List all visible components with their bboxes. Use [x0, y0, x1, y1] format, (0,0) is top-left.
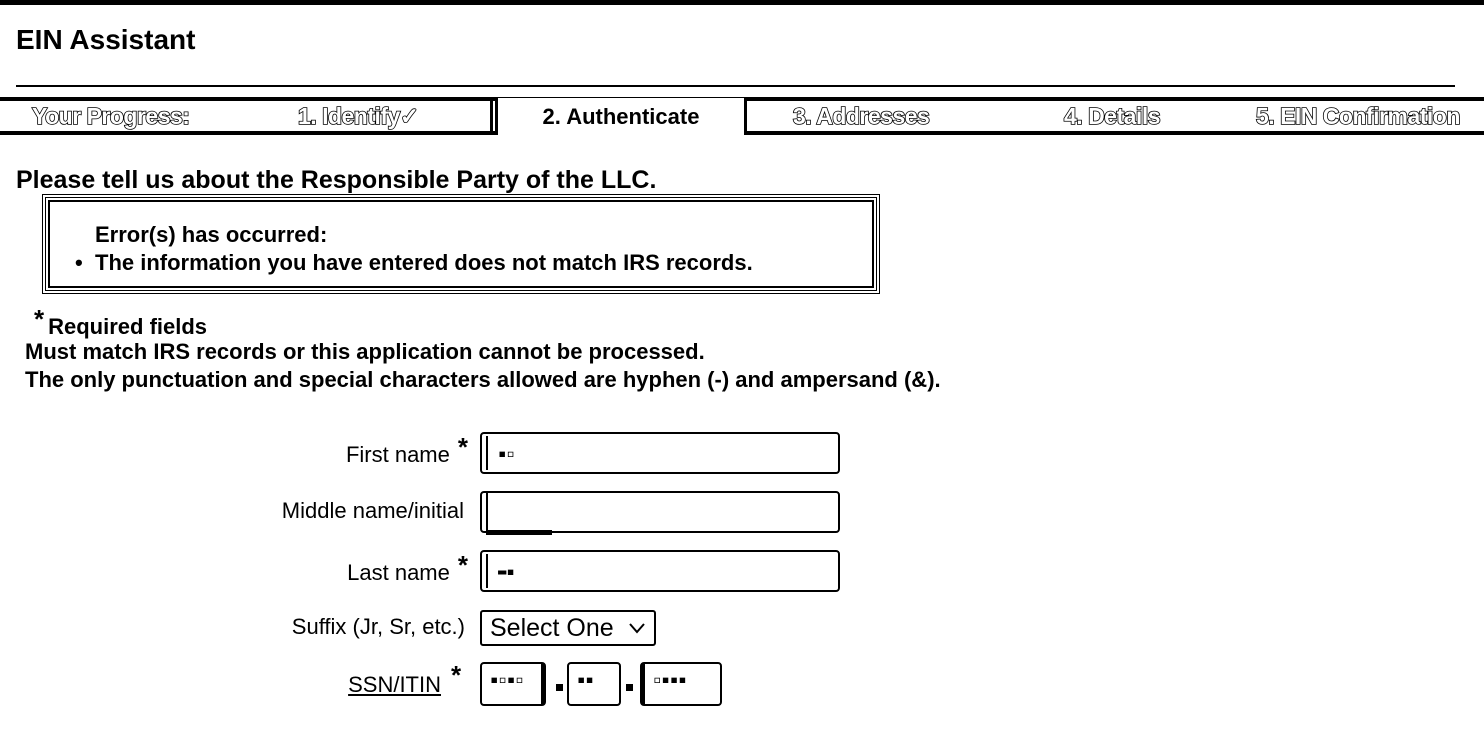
check-icon: ✓ — [399, 102, 420, 130]
first-name-field[interactable]: ▪▫ — [480, 432, 840, 474]
redaction-marks: ▪▫ — [498, 446, 515, 462]
top-border — [0, 0, 1484, 5]
ssn-itin-link-text[interactable]: SSN/ITIN — [348, 672, 441, 697]
punctuation-note: The only punctuation and special charact… — [25, 367, 941, 392]
step-identify: 1. Identify✓ — [297, 97, 420, 135]
irs-match-note: Must match IRS records or this applicati… — [25, 339, 705, 364]
redacted-value: ▪▫ — [486, 436, 552, 470]
step-authenticate: 2. Authenticate — [495, 97, 747, 135]
progress-label: Your Progress: — [31, 102, 191, 130]
redaction-marks: ▪▫▪▫ — [490, 672, 524, 688]
middle-name-label: Middle name/initial — [281, 498, 464, 523]
redaction-marks: ▬▪ — [498, 564, 515, 580]
required-star-icon: * — [34, 304, 45, 334]
ssn-separator — [556, 684, 563, 691]
ssn-required-marker: * — [451, 660, 461, 697]
error-title: Error(s) has occurred: — [95, 222, 328, 247]
step-ein-confirmation: 5. EIN Confirmation — [1255, 102, 1461, 130]
first-name-label-text: First name — [345, 442, 450, 467]
required-fields-label: Required fields — [48, 314, 208, 339]
ssn-itin-link[interactable]: SSN/ITIN — [348, 672, 441, 698]
title-divider — [16, 85, 1455, 87]
suffix-label: Suffix (Jr, Sr, etc.) — [291, 614, 465, 639]
last-name-label: Last name * — [347, 550, 468, 587]
last-name-label-text: Last name — [347, 560, 450, 585]
required-fields-note: * Required fields — [34, 304, 207, 340]
step-addresses: 3. Addresses — [792, 102, 930, 130]
ssn-part-2-field[interactable]: ▪▪ — [567, 662, 621, 706]
redacted-value — [486, 493, 552, 535]
ssn-part-1-field[interactable]: ▪▫▪▫ — [480, 662, 546, 706]
redaction-marks: ▪▪ — [577, 672, 594, 688]
progress-bar: Your Progress: 1. Identify✓ 2. Authentic… — [0, 97, 1484, 135]
error-message: The information you have entered does no… — [95, 250, 753, 275]
step-identify-label: 1. Identify — [297, 102, 401, 130]
bullet-icon: • — [75, 250, 83, 275]
ssn-part-3-field[interactable]: ▫▪▪▪ — [640, 662, 722, 706]
error-item: • The information you have entered does n… — [75, 250, 753, 276]
step-details: 4. Details — [1063, 102, 1161, 130]
middle-name-field[interactable] — [480, 491, 840, 535]
required-star-icon: * — [457, 550, 468, 580]
redacted-value: ▬▪ — [486, 554, 552, 588]
last-name-field[interactable]: ▬▪ — [480, 550, 840, 592]
ssn-separator — [626, 684, 633, 691]
suffix-selected: Select One — [490, 614, 614, 642]
progress-separator — [490, 97, 493, 135]
page-heading: Please tell us about the Responsible Par… — [16, 166, 657, 194]
required-star-icon: * — [451, 660, 462, 690]
redaction-marks: ▫▪▪▪ — [653, 672, 687, 688]
app-title: EIN Assistant — [16, 24, 196, 55]
chevron-down-icon — [628, 612, 646, 654]
required-star-icon: * — [457, 432, 468, 462]
first-name-label: First name * — [345, 432, 468, 469]
suffix-select[interactable]: Select One — [480, 610, 656, 646]
